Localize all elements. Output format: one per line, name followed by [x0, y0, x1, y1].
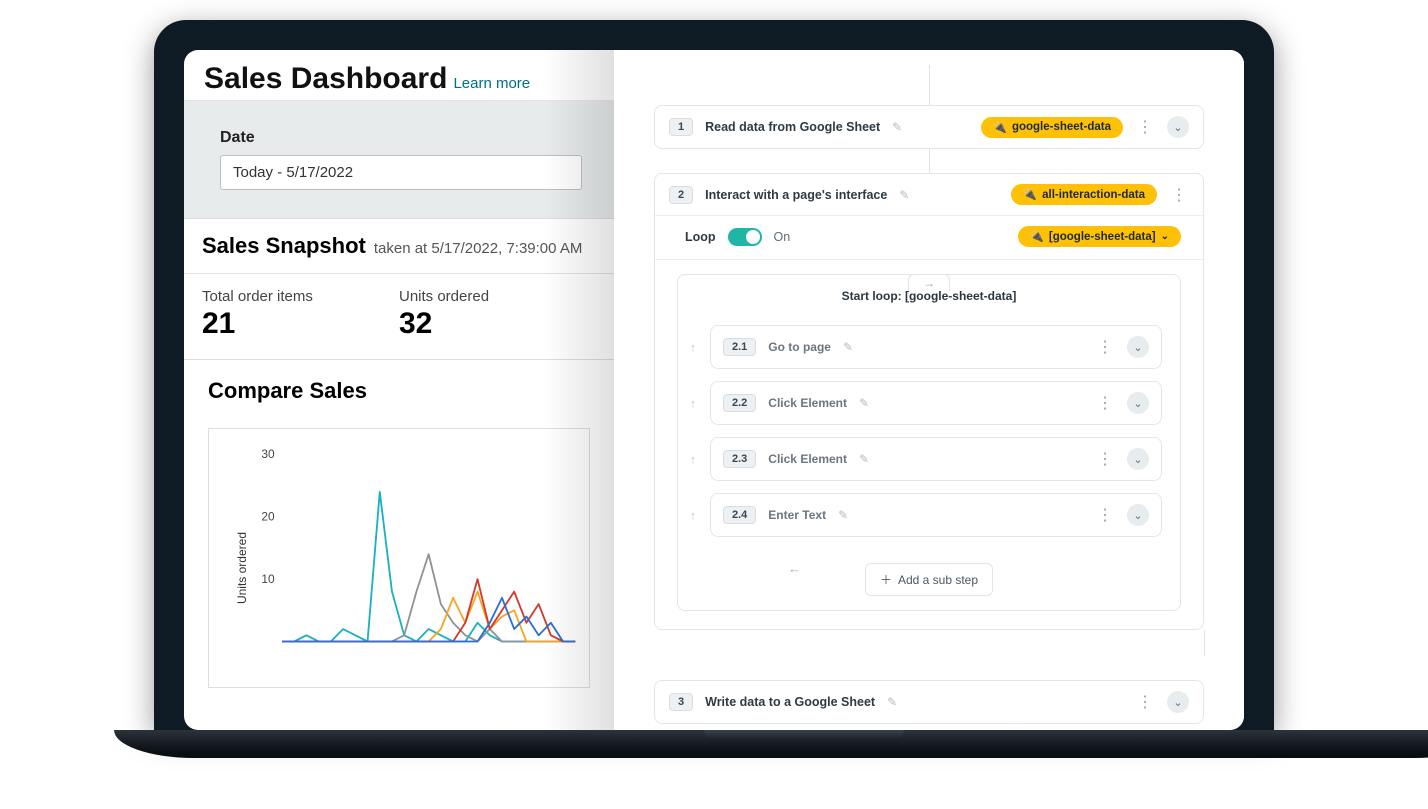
kebab-menu[interactable]: ⋮: [1095, 505, 1115, 525]
kebab-menu[interactable]: ⋮: [1095, 393, 1115, 413]
sub-step-card: 2.3 Click Element ✎ ⋮ ⌄: [710, 437, 1162, 481]
expand-button[interactable]: ⌄: [1127, 504, 1149, 526]
edit-icon[interactable]: ✎: [859, 396, 869, 410]
sub-step-card: 2.4 Enter Text ✎ ⋮ ⌄: [710, 493, 1162, 537]
date-dropdown[interactable]: Today - 5/17/2022: [220, 155, 582, 190]
sub-step-row: ↑ 2.4 Enter Text ✎ ⋮ ⌄: [686, 493, 1162, 537]
move-up-icon[interactable]: ↑: [686, 508, 700, 523]
snapshot-timestamp: taken at 5/17/2022, 7:39:00 AM: [374, 240, 583, 257]
step-3-card: 3 Write data to a Google Sheet ✎ ⋮ ⌄: [654, 680, 1204, 724]
expand-button[interactable]: ⌄: [1127, 336, 1149, 358]
date-filter-block: Date Today - 5/17/2022: [184, 101, 614, 218]
laptop-base: [114, 730, 1428, 758]
sub-step-number: 2.4: [723, 506, 756, 524]
step-title: Read data from Google Sheet: [705, 120, 880, 134]
sub-step-title: Go to page: [768, 340, 831, 354]
compare-sales-card: Compare Sales Units ordered 10 20 30: [184, 360, 614, 688]
sub-step-row: ↑ 2.1 Go to page ✎ ⋮ ⌄: [686, 325, 1162, 369]
workflow-pane: 1 Read data from Google Sheet ✎ google-s…: [614, 50, 1244, 730]
loop-toggle[interactable]: [728, 228, 762, 246]
edit-icon[interactable]: ✎: [892, 120, 902, 134]
step-number: 3: [669, 693, 693, 711]
svg-text:30: 30: [261, 449, 275, 461]
sub-step-number: 2.2: [723, 394, 756, 412]
step-number: 1: [669, 118, 693, 136]
svg-text:10: 10: [261, 572, 275, 586]
add-sub-step-button[interactable]: ＋ Add a sub step: [865, 563, 993, 596]
kebab-menu[interactable]: ⋮: [1135, 692, 1155, 712]
edit-icon[interactable]: ✎: [838, 508, 848, 522]
expand-button[interactable]: ⌄: [1127, 448, 1149, 470]
edit-icon[interactable]: ✎: [887, 695, 897, 709]
kebab-menu[interactable]: ⋮: [1135, 117, 1155, 137]
date-label: Date: [220, 129, 582, 147]
sub-step-card: 2.1 Go to page ✎ ⋮ ⌄: [710, 325, 1162, 369]
sub-step-title: Click Element: [768, 452, 847, 466]
snapshot-title: Sales Snapshot: [202, 233, 366, 259]
step-number: 2: [669, 186, 693, 204]
loop-label: Loop: [685, 230, 716, 244]
move-up-icon[interactable]: ↑: [686, 340, 700, 355]
expand-button[interactable]: ⌄: [1127, 392, 1149, 414]
expand-button[interactable]: ⌄: [1167, 116, 1189, 138]
kebab-menu[interactable]: ⋮: [1095, 449, 1115, 469]
kebab-menu[interactable]: ⋮: [1169, 185, 1189, 205]
loop-back-icon: ←: [788, 561, 801, 576]
move-up-icon[interactable]: ↑: [686, 452, 700, 467]
sub-step-card: 2.2 Click Element ✎ ⋮ ⌄: [710, 381, 1162, 425]
sales-snapshot-card: Sales Snapshot taken at 5/17/2022, 7:39:…: [184, 218, 614, 360]
chevron-down-icon: ⌄: [1161, 231, 1169, 242]
sales-dashboard-pane: Sales Dashboard Learn more Date Today - …: [184, 50, 614, 730]
data-pill-google-sheet[interactable]: google-sheet-data: [981, 117, 1123, 138]
learn-more-link[interactable]: Learn more: [453, 75, 530, 92]
laptop-frame: Sales Dashboard Learn more Date Today - …: [114, 20, 1314, 758]
sub-step-number: 2.1: [723, 338, 756, 356]
step-2-card: 2 Interact with a page's interface ✎ all…: [654, 173, 1204, 630]
metric-units-ordered-label: Units ordered: [399, 288, 596, 305]
svg-text:20: 20: [261, 509, 275, 523]
data-pill-all-interaction[interactable]: all-interaction-data: [1011, 184, 1157, 205]
step-title: Write data to a Google Sheet: [705, 695, 875, 709]
edit-icon[interactable]: ✎: [859, 452, 869, 466]
plus-icon: ＋: [880, 571, 892, 588]
metric-units-ordered-value: 32: [399, 307, 596, 341]
metric-total-items-label: Total order items: [202, 288, 399, 305]
sub-step-row: ↑ 2.2 Click Element ✎ ⋮ ⌄: [686, 381, 1162, 425]
step-title: Interact with a page's interface: [705, 188, 887, 202]
page-title: Sales Dashboard: [204, 62, 447, 96]
loop-state: On: [774, 230, 791, 244]
sub-step-number: 2.3: [723, 450, 756, 468]
plug-icon: [993, 121, 1007, 134]
compare-title: Compare Sales: [208, 378, 590, 404]
edit-icon[interactable]: ✎: [843, 340, 853, 354]
loop-container: → Start loop: [google-sheet-data] ↑2.1Go…: [677, 274, 1181, 611]
plug-icon: [1023, 188, 1037, 201]
kebab-menu[interactable]: ⋮: [1095, 337, 1115, 357]
edit-icon[interactable]: ✎: [899, 188, 909, 202]
chart-y-axis-label: Units ordered: [231, 532, 249, 604]
move-up-icon[interactable]: ↑: [686, 396, 700, 411]
sub-step-row: ↑ 2.3 Click Element ✎ ⋮ ⌄: [686, 437, 1162, 481]
metric-total-items-value: 21: [202, 307, 399, 341]
plug-icon: [1030, 230, 1044, 243]
line-chart: 10 20 30: [249, 449, 579, 687]
sub-step-title: Click Element: [768, 396, 847, 410]
expand-button[interactable]: ⌄: [1167, 691, 1189, 713]
sub-step-title: Enter Text: [768, 508, 826, 522]
loop-source-pill[interactable]: [google-sheet-data] ⌄: [1018, 226, 1181, 247]
step-1-card: 1 Read data from Google Sheet ✎ google-s…: [654, 105, 1204, 149]
loop-forward-icon: →: [908, 274, 950, 291]
